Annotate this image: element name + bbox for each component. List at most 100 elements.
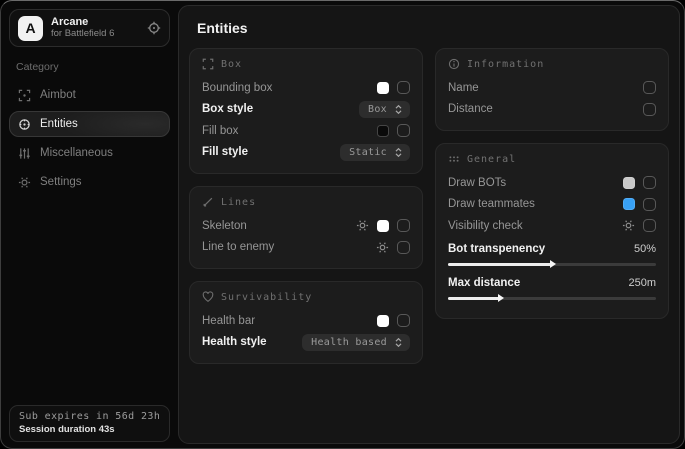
sidebar-item-label: Miscellaneous — [40, 147, 113, 159]
color-swatch[interactable] — [623, 177, 635, 189]
row-health-style: Health style Health based — [202, 332, 410, 354]
distance-checkbox[interactable] — [643, 103, 656, 116]
sub-expiry-text: Sub expires in 56d 23h — [19, 411, 160, 422]
card-title: Box — [221, 59, 242, 70]
row-label: Box style — [202, 103, 253, 115]
color-swatch[interactable] — [623, 198, 635, 210]
slider-label: Bot transpenency — [448, 243, 545, 255]
corner-brackets-icon — [202, 58, 214, 70]
row-label: Name — [448, 82, 479, 94]
sliders-icon — [18, 147, 31, 160]
info-icon — [448, 58, 460, 70]
gear-icon[interactable] — [376, 241, 389, 254]
session-duration-text: Session duration 43s — [19, 424, 160, 435]
row-label: Skeleton — [202, 220, 247, 232]
pencil-icon — [202, 196, 214, 208]
draw-bots-checkbox[interactable] — [643, 176, 656, 189]
row-label: Line to enemy — [202, 241, 274, 253]
row-label: Bounding box — [202, 82, 272, 94]
color-swatch[interactable] — [377, 220, 389, 232]
color-swatch[interactable] — [377, 315, 389, 327]
sidebar-item-label: Aimbot — [40, 89, 76, 101]
row-label: Distance — [448, 103, 493, 115]
survivability-card: Survivability Health bar Health style He… — [189, 281, 423, 364]
row-visibility-check: Visibility check — [448, 215, 656, 237]
brand-logo: A — [18, 16, 43, 41]
bounding-box-checkbox[interactable] — [397, 81, 410, 94]
visibility-check-checkbox[interactable] — [643, 219, 656, 232]
row-label: Health style — [202, 336, 267, 348]
card-title: Lines — [221, 197, 256, 208]
name-checkbox[interactable] — [643, 81, 656, 94]
row-label: Draw BOTs — [448, 177, 506, 189]
max-distance-group: Max distance 250m — [448, 274, 656, 300]
fill-style-dropdown[interactable]: Static — [340, 144, 410, 161]
draw-teammates-checkbox[interactable] — [643, 198, 656, 211]
row-label: Visibility check — [448, 220, 523, 232]
box-card: Box Bounding box Box style Box — [189, 48, 423, 174]
row-health-bar: Health bar — [202, 310, 410, 332]
row-fill-style: Fill style Static — [202, 142, 410, 164]
row-label: Fill box — [202, 125, 238, 137]
target-icon[interactable] — [147, 21, 161, 35]
health-style-dropdown[interactable]: Health based — [302, 334, 410, 351]
row-name: Name — [448, 77, 656, 99]
heart-icon — [202, 291, 214, 303]
sidebar-nav: Aimbot Entities — [9, 82, 170, 195]
sidebar-item-aimbot[interactable]: Aimbot — [9, 82, 170, 108]
general-card: General Draw BOTs Draw teammates — [435, 143, 669, 319]
chevron-up-down-icon — [394, 337, 403, 348]
subscription-info-card: Sub expires in 56d 23h Session duration … — [9, 405, 170, 442]
row-label: Health bar — [202, 315, 255, 327]
left-column: Box Bounding box Box style Box — [189, 48, 423, 364]
slider-value: 250m — [628, 277, 656, 289]
row-label: Draw teammates — [448, 198, 535, 210]
category-label: Category — [16, 61, 170, 73]
color-swatch[interactable] — [377, 82, 389, 94]
grid-dots-icon — [448, 153, 460, 165]
row-distance: Distance — [448, 99, 656, 121]
box-style-dropdown[interactable]: Box — [359, 101, 410, 118]
chevron-up-down-icon — [394, 104, 403, 115]
slider-thumb[interactable] — [498, 294, 504, 302]
line-to-enemy-checkbox[interactable] — [397, 241, 410, 254]
page-title: Entities — [197, 20, 669, 36]
sidebar-item-settings[interactable]: Settings — [9, 169, 170, 195]
row-skeleton: Skeleton — [202, 215, 410, 237]
row-fill-box: Fill box — [202, 120, 410, 142]
color-swatch[interactable] — [377, 125, 389, 137]
crosshair-icon — [18, 89, 31, 102]
slider-label: Max distance — [448, 277, 520, 289]
radar-icon — [18, 118, 31, 131]
row-bounding-box: Bounding box — [202, 77, 410, 99]
row-box-style: Box style Box — [202, 99, 410, 121]
skeleton-checkbox[interactable] — [397, 219, 410, 232]
bot-transparency-slider[interactable] — [448, 263, 656, 266]
bot-transparency-group: Bot transpenency 50% — [448, 240, 656, 266]
fill-box-checkbox[interactable] — [397, 124, 410, 137]
chevron-up-down-icon — [394, 147, 403, 158]
right-column: Information Name Distance — [435, 48, 669, 364]
sidebar: A Arcane for Battlefield 6 Category — [1, 1, 178, 448]
row-draw-teammates: Draw teammates — [448, 194, 656, 216]
card-title: General — [467, 154, 516, 165]
slider-value: 50% — [634, 243, 656, 255]
row-label: Fill style — [202, 146, 248, 158]
sidebar-item-miscellaneous[interactable]: Miscellaneous — [9, 140, 170, 166]
information-card: Information Name Distance — [435, 48, 669, 131]
gear-icon — [18, 176, 31, 189]
gear-icon[interactable] — [622, 219, 635, 232]
row-draw-bots: Draw BOTs — [448, 172, 656, 194]
brand-subtitle: for Battlefield 6 — [51, 29, 139, 40]
card-title: Survivability — [221, 292, 312, 303]
main-panel: Entities Box Bounding box — [178, 5, 680, 444]
gear-icon[interactable] — [356, 219, 369, 232]
sidebar-item-label: Settings — [40, 176, 82, 188]
sidebar-item-entities[interactable]: Entities — [9, 111, 170, 137]
brand-card: A Arcane for Battlefield 6 — [9, 9, 170, 47]
max-distance-slider[interactable] — [448, 297, 656, 300]
slider-thumb[interactable] — [550, 260, 556, 268]
lines-card: Lines Skeleton — [189, 186, 423, 269]
card-title: Information — [467, 59, 544, 70]
health-bar-checkbox[interactable] — [397, 314, 410, 327]
